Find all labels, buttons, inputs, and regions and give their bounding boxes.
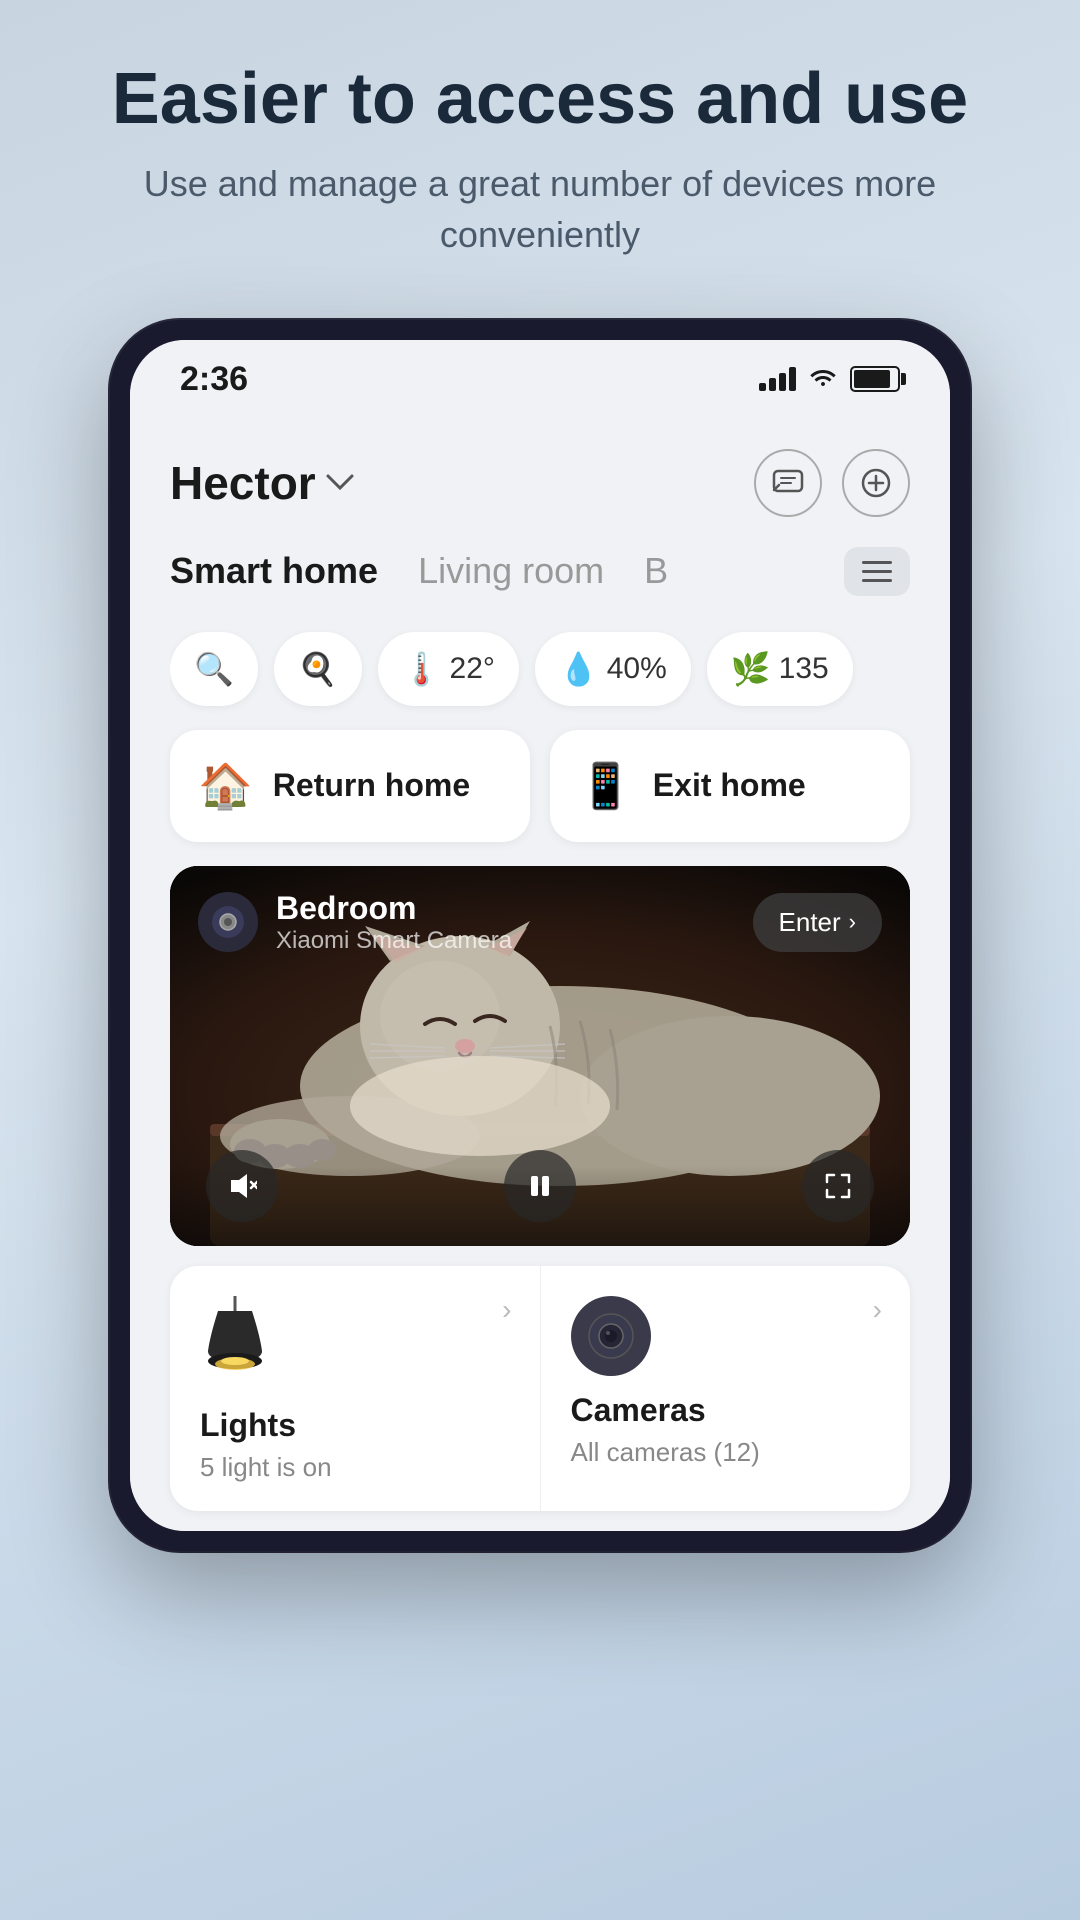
cooking-icon: 🍳 bbox=[298, 650, 338, 688]
tab-extra[interactable]: B bbox=[644, 550, 668, 592]
message-icon bbox=[771, 466, 805, 500]
tab-living-room[interactable]: Living room bbox=[418, 550, 604, 592]
user-name: Hector bbox=[170, 456, 316, 510]
tab-row: Smart home Living room B bbox=[170, 547, 910, 616]
fullscreen-button[interactable] bbox=[802, 1150, 874, 1222]
enter-label: Enter bbox=[779, 907, 841, 938]
cameras-card[interactable]: › Cameras All cameras (12) bbox=[541, 1266, 911, 1511]
wifi-icon bbox=[808, 363, 838, 395]
hero-title: Easier to access and use bbox=[80, 60, 1000, 139]
return-home-icon: 🏠 bbox=[198, 760, 253, 812]
camera-text: Bedroom Xiaomi Smart Camera bbox=[276, 890, 512, 955]
mute-button[interactable] bbox=[206, 1150, 278, 1222]
cameras-name: Cameras bbox=[571, 1392, 706, 1429]
lights-status: 5 light is on bbox=[200, 1452, 332, 1483]
device-row: › Lights 5 light is on bbox=[170, 1266, 910, 1511]
signal-icon bbox=[759, 367, 796, 391]
camera-avatar bbox=[198, 892, 258, 952]
tab-smart-home[interactable]: Smart home bbox=[170, 550, 378, 592]
cameras-icon bbox=[571, 1296, 651, 1376]
return-home-button[interactable]: 🏠 Return home bbox=[170, 730, 530, 842]
menu-icon bbox=[862, 570, 892, 573]
chip-temperature[interactable]: 🌡️ 22° bbox=[378, 632, 519, 706]
message-button[interactable] bbox=[754, 449, 822, 517]
camera-info: Bedroom Xiaomi Smart Camera bbox=[198, 890, 512, 955]
page-hero: Easier to access and use Use and manage … bbox=[0, 0, 1080, 300]
phone-screen: 2:36 bbox=[130, 340, 950, 1531]
phone-frame: 2:36 bbox=[110, 320, 970, 1551]
app-header: Hector bbox=[170, 429, 910, 547]
chip-cooking[interactable]: 🍳 bbox=[274, 632, 362, 706]
return-home-label: Return home bbox=[273, 767, 470, 804]
lights-card[interactable]: › Lights 5 light is on bbox=[170, 1266, 541, 1511]
lights-icon bbox=[200, 1296, 270, 1391]
humidity-icon: 💧 bbox=[559, 650, 599, 688]
header-actions bbox=[754, 449, 910, 517]
humidity-value: 40% bbox=[607, 652, 667, 686]
camera-card: Bedroom Xiaomi Smart Camera Enter › bbox=[170, 866, 910, 1246]
camera-header: Bedroom Xiaomi Smart Camera Enter › bbox=[170, 866, 910, 979]
camera-controls bbox=[170, 1126, 910, 1246]
air-value: 135 bbox=[779, 652, 829, 686]
menu-button[interactable] bbox=[844, 547, 910, 596]
chevron-down-icon bbox=[326, 467, 354, 499]
camera-small-icon bbox=[210, 904, 246, 940]
plus-icon bbox=[859, 466, 893, 500]
status-bar: 2:36 bbox=[130, 340, 950, 409]
enter-button[interactable]: Enter › bbox=[753, 893, 882, 952]
chip-air[interactable]: 🌿 135 bbox=[707, 632, 853, 706]
fullscreen-icon bbox=[823, 1171, 853, 1201]
app-content: Hector bbox=[130, 409, 950, 1531]
camera-room: Bedroom bbox=[276, 890, 512, 927]
status-icons bbox=[759, 363, 900, 395]
status-time: 2:36 bbox=[180, 360, 248, 399]
lights-name: Lights bbox=[200, 1407, 296, 1444]
user-name-row[interactable]: Hector bbox=[170, 456, 354, 510]
battery-icon bbox=[850, 366, 900, 392]
menu-icon bbox=[862, 561, 892, 564]
search-icon: 🔍 bbox=[194, 650, 234, 688]
cameras-status: All cameras (12) bbox=[571, 1437, 760, 1468]
add-button[interactable] bbox=[842, 449, 910, 517]
camera-device: Xiaomi Smart Camera bbox=[276, 927, 512, 955]
exit-home-button[interactable]: 📱 Exit home bbox=[550, 730, 910, 842]
chip-humidity[interactable]: 💧 40% bbox=[535, 632, 691, 706]
exit-home-icon: 📱 bbox=[578, 760, 633, 812]
hero-subtitle: Use and manage a great number of devices… bbox=[80, 159, 1000, 260]
cameras-arrow-icon: › bbox=[873, 1294, 882, 1326]
lights-arrow-icon: › bbox=[502, 1294, 511, 1326]
enter-chevron-icon: › bbox=[849, 909, 856, 935]
exit-home-label: Exit home bbox=[653, 767, 806, 804]
status-chips: 🔍 🍳 🌡️ 22° 💧 40% 🌿 135 bbox=[170, 616, 910, 730]
pause-icon bbox=[525, 1171, 555, 1201]
air-icon: 🌿 bbox=[731, 650, 771, 688]
chip-search[interactable]: 🔍 bbox=[170, 632, 258, 706]
temp-icon: 🌡️ bbox=[402, 650, 442, 688]
menu-icon bbox=[862, 579, 892, 582]
pause-button[interactable] bbox=[504, 1150, 576, 1222]
mute-icon bbox=[227, 1171, 257, 1201]
temp-value: 22° bbox=[450, 652, 495, 686]
action-row: 🏠 Return home 📱 Exit home bbox=[170, 730, 910, 866]
